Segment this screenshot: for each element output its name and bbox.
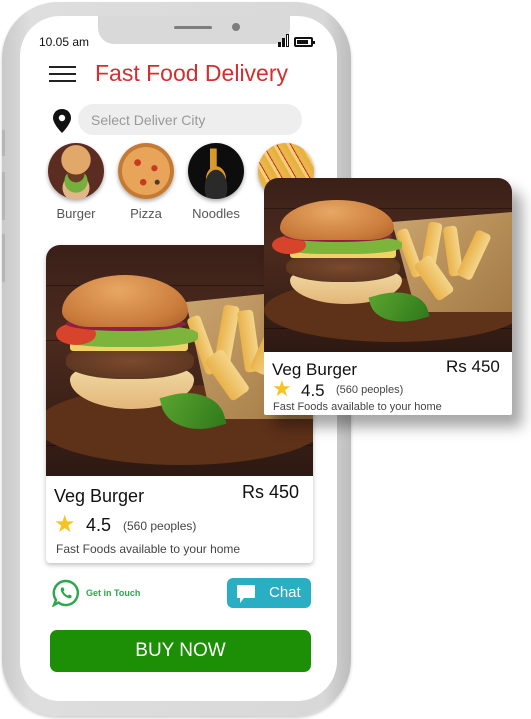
- phone-side-button: [2, 130, 5, 156]
- category-label: Pizza: [130, 206, 162, 221]
- category-noodles[interactable]: Noodles: [188, 143, 244, 221]
- whatsapp-contact-link[interactable]: Get in Touch: [52, 579, 140, 607]
- phone-volume-up: [2, 172, 5, 220]
- rating-value: 4.5: [301, 381, 325, 400]
- chat-bubble-icon: [237, 585, 255, 603]
- status-time: 10.05 am: [39, 35, 90, 49]
- category-label: Burger: [56, 206, 96, 221]
- category-pizza[interactable]: Pizza: [118, 143, 174, 221]
- whatsapp-label: Get in Touch: [86, 588, 141, 598]
- noodles-thumbnail: [188, 143, 244, 199]
- rating-value: 4.5: [86, 515, 112, 535]
- app-title: Fast Food Delivery: [95, 60, 289, 86]
- location-pin-icon: [53, 109, 71, 133]
- category-label: Noodles: [192, 206, 240, 221]
- dish-description: Fast Foods available to your home: [56, 542, 241, 556]
- buy-now-button[interactable]: BUY NOW: [50, 630, 311, 672]
- notch: [98, 16, 290, 44]
- dish-description: Fast Foods available to your home: [273, 401, 442, 413]
- burger-thumbnail: [48, 143, 104, 199]
- status-icons: [278, 34, 315, 47]
- phone-volume-down: [2, 234, 5, 282]
- front-camera: [232, 23, 240, 31]
- rating-count: (560 peoples): [123, 519, 197, 533]
- deliver-city-input[interactable]: [78, 104, 302, 135]
- dish-price: Rs 450: [446, 357, 500, 376]
- star-icon: ★: [54, 511, 76, 538]
- pizza-thumbnail: [118, 143, 174, 199]
- burger-photo: [264, 178, 512, 352]
- dish-name: Veg Burger: [54, 486, 145, 506]
- star-icon: ★: [272, 376, 292, 401]
- chat-label: Chat: [269, 584, 301, 601]
- hamburger-menu-icon[interactable]: [49, 64, 76, 84]
- dish-price: Rs 450: [242, 482, 300, 502]
- whatsapp-icon: [52, 579, 79, 607]
- rating-count: (560 peoples): [336, 384, 404, 396]
- product-card-preview[interactable]: Veg Burger Rs 450 ★ 4.5 (560 peoples) Fa…: [264, 178, 512, 415]
- signal-icon: [278, 34, 289, 47]
- battery-icon: [294, 37, 315, 47]
- chat-button[interactable]: Chat: [227, 578, 311, 608]
- speaker: [174, 26, 212, 29]
- category-burger[interactable]: Burger: [48, 143, 104, 221]
